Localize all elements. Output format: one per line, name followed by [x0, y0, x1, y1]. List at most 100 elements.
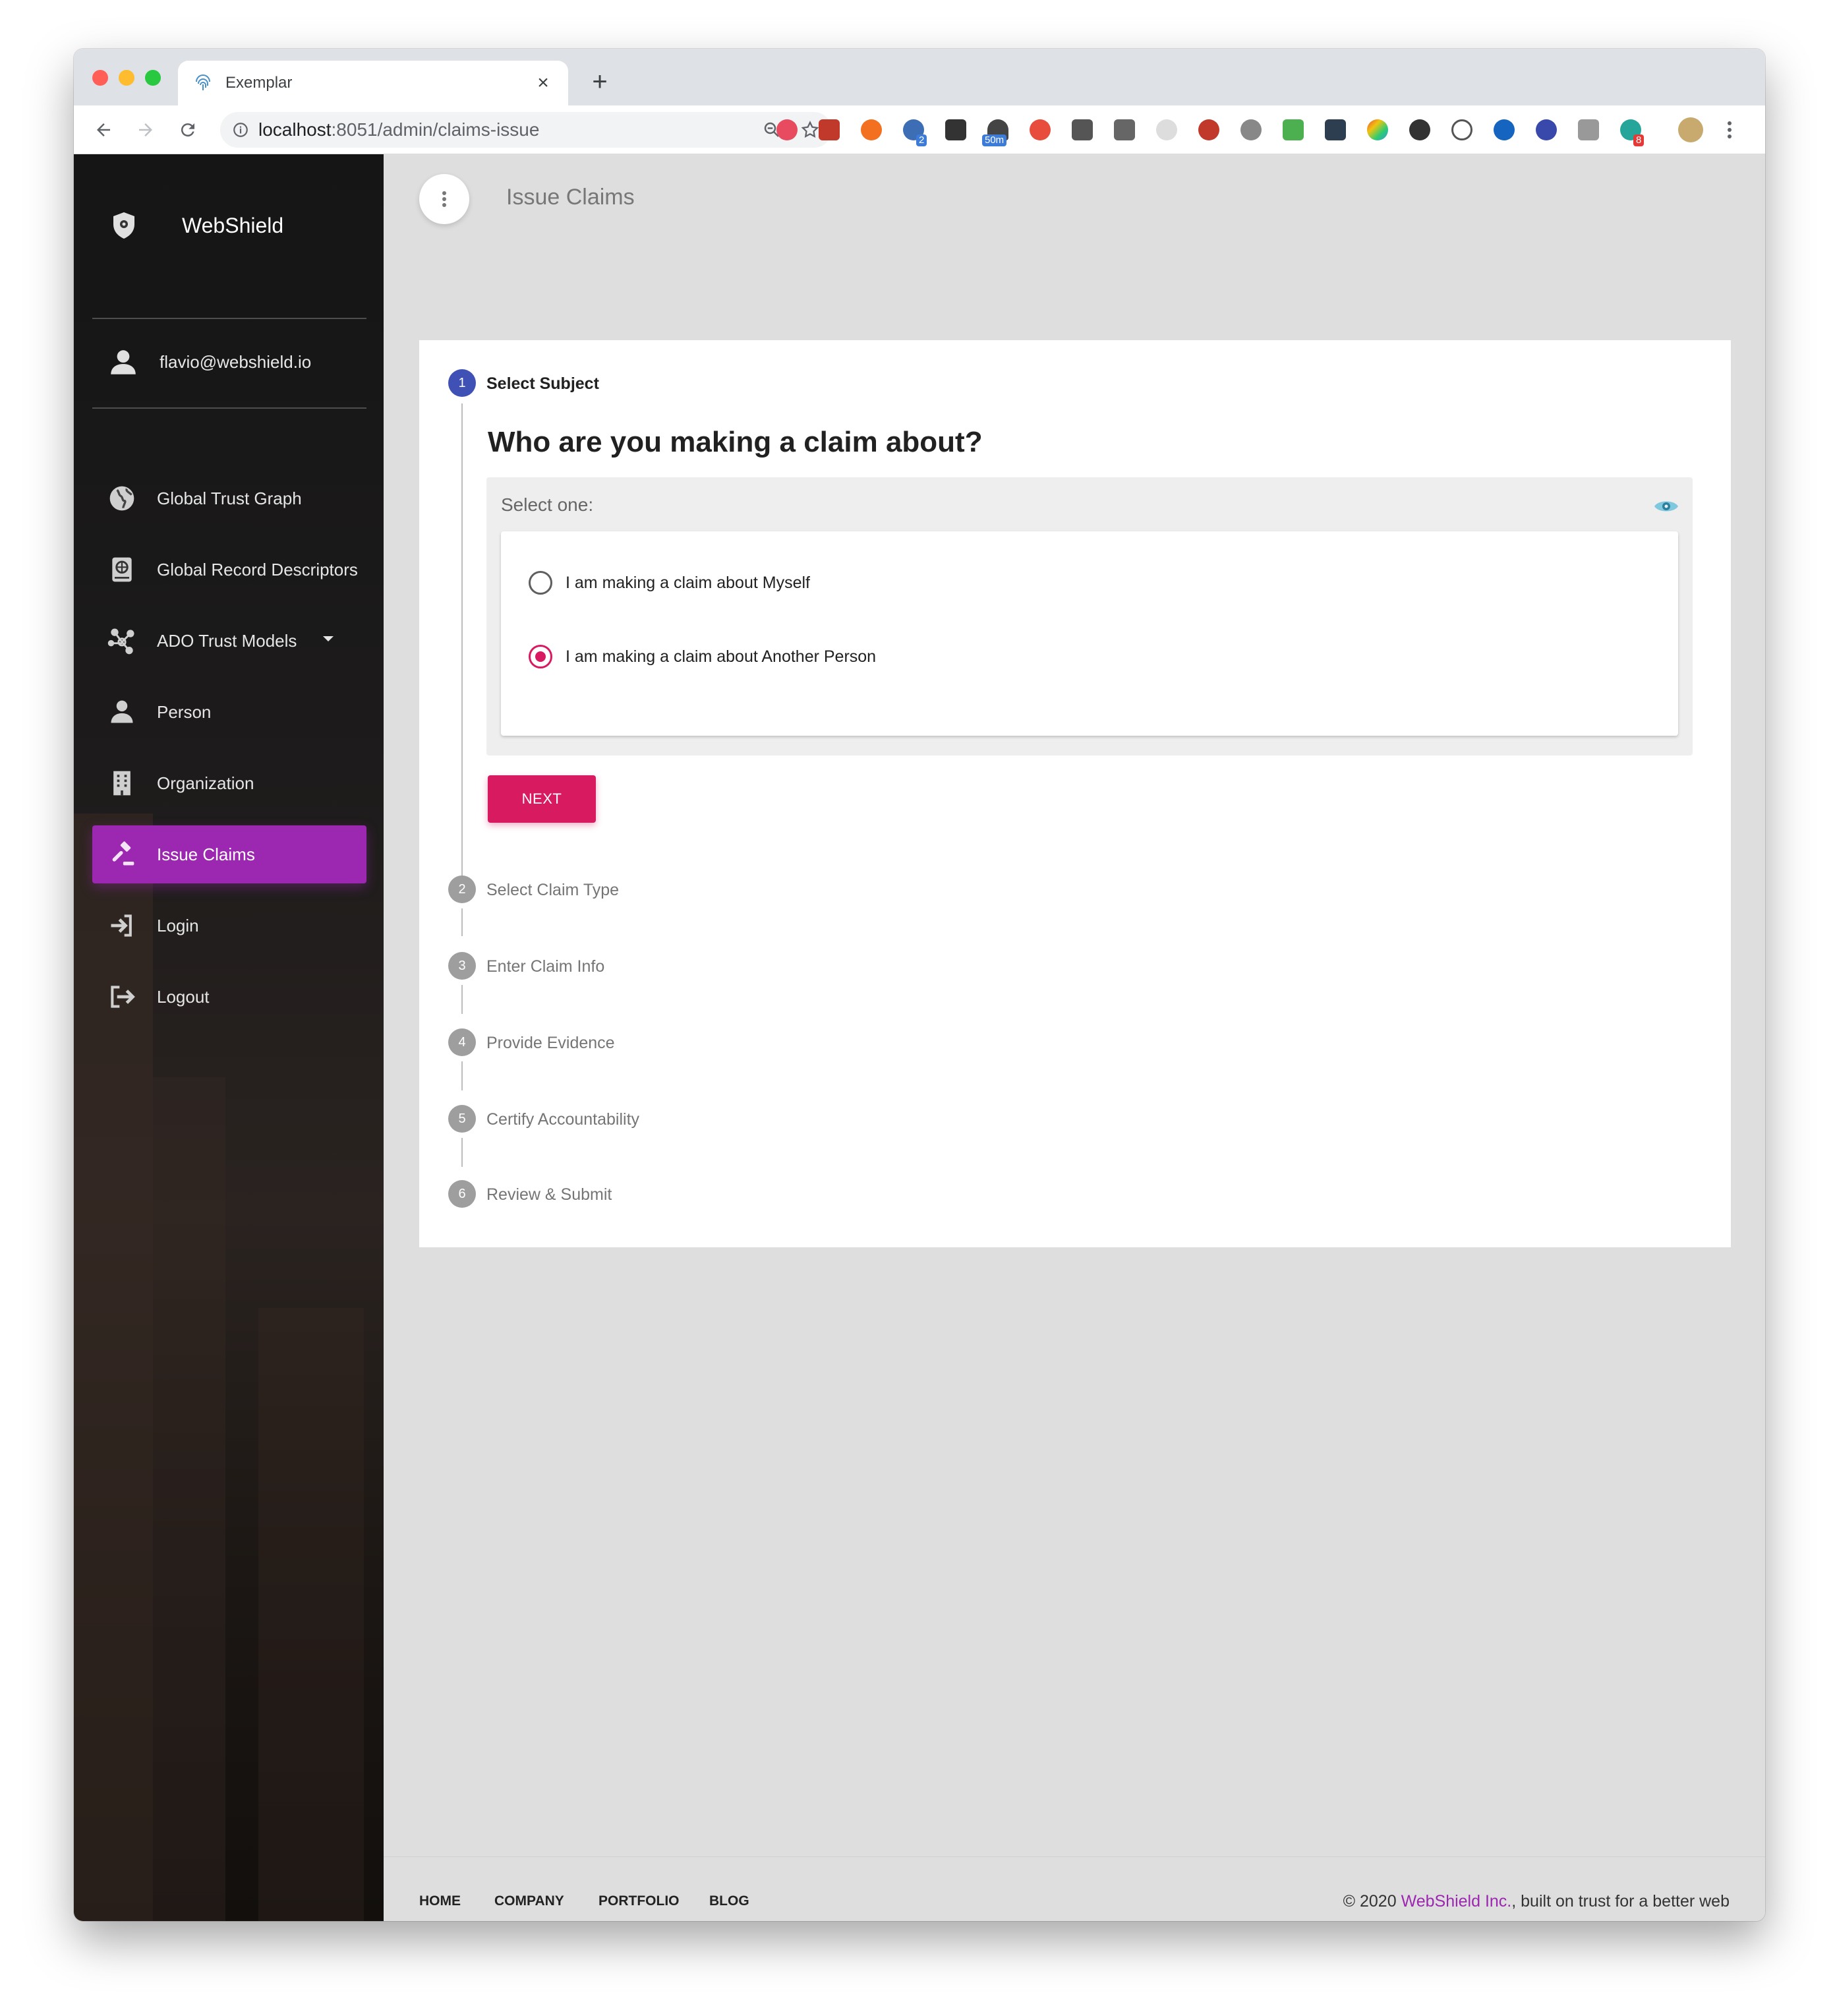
option-label: I am making a claim about Another Person — [566, 647, 877, 666]
step-connector — [461, 908, 463, 936]
footer-link-company[interactable]: COMPANY — [494, 1893, 564, 1909]
step-1-label[interactable]: Select Subject — [486, 374, 599, 394]
copyright-suffix: , built on trust for a better web — [1511, 1892, 1730, 1911]
step-4-label[interactable]: Provide Evidence — [486, 1034, 615, 1053]
browser-menu-button[interactable] — [1723, 119, 1736, 140]
eye-icon[interactable] — [1653, 497, 1679, 516]
extension-icon[interactable] — [861, 119, 882, 140]
sidebar-item-label: Logout — [157, 986, 210, 1007]
url-text[interactable]: localhost:8051/admin/claims-issue — [258, 119, 762, 140]
sidebar-item-login[interactable]: Login — [92, 897, 366, 955]
extension-icon[interactable] — [1072, 119, 1093, 140]
user-avatar-icon — [111, 350, 136, 374]
browser-window: Exemplar × + localhost:8051/admin/claims… — [74, 49, 1765, 1921]
shield-logo-icon — [113, 212, 134, 239]
company-link[interactable]: WebShield Inc. — [1401, 1892, 1512, 1911]
sidebar-item-label: Global Trust Graph — [157, 488, 302, 508]
extension-icon[interactable] — [1367, 119, 1388, 140]
new-tab-button[interactable]: + — [587, 66, 613, 98]
dropbox-icon[interactable] — [1578, 119, 1599, 140]
network-icon — [105, 624, 138, 657]
step-6-label[interactable]: Review & Submit — [486, 1185, 612, 1204]
extension-icon[interactable] — [1536, 119, 1557, 140]
person-icon — [105, 696, 138, 728]
extension-badge: 2 — [916, 134, 927, 146]
extension-badge: 50m — [982, 134, 1007, 146]
browser-toolbar: localhost:8051/admin/claims-issue 2 50m … — [74, 105, 1765, 154]
footer-link-home[interactable]: HOME — [419, 1893, 461, 1909]
sidebar-item-issue-claims[interactable]: Issue Claims — [92, 825, 366, 883]
step-connector — [461, 1138, 463, 1167]
sidebar-item-logout[interactable]: Logout — [92, 968, 366, 1026]
copyright-text: © 2020 WebShield Inc., built on trust fo… — [1343, 1892, 1730, 1911]
sidebar-item-person[interactable]: Person — [92, 683, 366, 741]
sidebar-item-organization[interactable]: Organization — [92, 754, 366, 812]
footer-link-blog[interactable]: BLOG — [709, 1893, 749, 1909]
footer-divider — [384, 1856, 1765, 1857]
sidebar-item-global-record-descriptors[interactable]: Global Record Descriptors — [92, 541, 366, 599]
brand[interactable]: WebShield — [108, 210, 283, 241]
step-2-indicator: 2 — [448, 875, 476, 903]
option-another-person[interactable]: I am making a claim about Another Person — [529, 645, 876, 668]
minimize-window-button[interactable] — [119, 70, 134, 86]
arrow-left-icon — [97, 123, 110, 136]
extension-icon[interactable] — [819, 119, 840, 140]
step-4-indicator: 4 — [448, 1028, 476, 1056]
step-3-label[interactable]: Enter Claim Info — [486, 957, 604, 976]
radio-another-person[interactable] — [529, 645, 552, 668]
sidebar-item-label: Issue Claims — [157, 844, 255, 864]
fingerprint-icon — [196, 74, 210, 90]
extension-icon[interactable] — [1240, 119, 1262, 140]
step-question: Who are you making a claim about? — [488, 426, 983, 458]
extension-icon[interactable] — [776, 119, 798, 140]
profile-avatar[interactable] — [1678, 117, 1703, 142]
step-2-label[interactable]: Select Claim Type — [486, 881, 619, 900]
option-myself[interactable]: I am making a claim about Myself — [529, 571, 810, 595]
extension-icon[interactable] — [1156, 119, 1177, 140]
subject-options: I am making a claim about Myself I am ma… — [501, 531, 1678, 736]
extension-icon[interactable] — [1114, 119, 1135, 140]
brand-name: WebShield — [182, 213, 284, 237]
bookmark-star-icon[interactable] — [800, 120, 820, 140]
address-bar[interactable]: localhost:8051/admin/claims-issue — [220, 112, 832, 148]
extension-icon[interactable] — [1494, 119, 1515, 140]
extension-icon[interactable] — [1409, 119, 1430, 140]
reload-button[interactable] — [174, 116, 202, 144]
step-connector — [461, 1061, 463, 1090]
step-1-indicator: 1 — [448, 369, 476, 397]
book-globe-icon — [105, 553, 138, 586]
close-window-button[interactable] — [92, 70, 108, 86]
sidebar-item-label: Person — [157, 701, 212, 722]
extension-icon[interactable] — [1325, 119, 1346, 140]
step-connector — [461, 985, 463, 1014]
url-host: localhost — [258, 119, 332, 140]
step-5-label[interactable]: Certify Accountability — [486, 1110, 639, 1129]
forward-button[interactable] — [132, 116, 160, 144]
maximize-window-button[interactable] — [145, 70, 161, 86]
user-profile[interactable]: flavio@webshield.io — [107, 345, 311, 378]
chevron-down-icon[interactable] — [323, 636, 334, 641]
back-button[interactable] — [90, 116, 117, 144]
adblock-icon[interactable] — [1198, 119, 1219, 140]
extension-icon[interactable] — [1283, 119, 1304, 140]
footer-link-portfolio[interactable]: PORTFOLIO — [598, 1893, 680, 1909]
sidebar-item-label: Login — [157, 915, 199, 935]
gavel-icon — [105, 838, 138, 871]
extension-icon[interactable] — [1451, 119, 1472, 140]
close-tab-icon[interactable]: × — [533, 72, 554, 94]
extension-icon[interactable] — [945, 119, 966, 140]
extension-badge: 8 — [1633, 134, 1645, 146]
extension-icon[interactable] — [1030, 119, 1051, 140]
radio-myself[interactable] — [529, 571, 552, 595]
divider — [92, 318, 366, 319]
sidebar-item-label: Global Record Descriptors — [157, 559, 358, 579]
sidebar-item-ado-trust-models[interactable]: ADO Trust Models — [92, 612, 366, 670]
browser-tab[interactable]: Exemplar × — [178, 61, 568, 105]
subject-select-panel: Select one: I am making a claim about My… — [486, 477, 1693, 756]
select-label: Select one: — [501, 494, 594, 515]
sidebar-item-global-trust-graph[interactable]: Global Trust Graph — [92, 469, 366, 527]
next-button[interactable]: NEXT — [488, 775, 596, 823]
app-area: WebShield flavio@webshield.io Global Tru… — [74, 154, 1765, 1921]
info-icon[interactable] — [232, 121, 249, 138]
sidebar-toggle-button[interactable] — [419, 174, 469, 224]
